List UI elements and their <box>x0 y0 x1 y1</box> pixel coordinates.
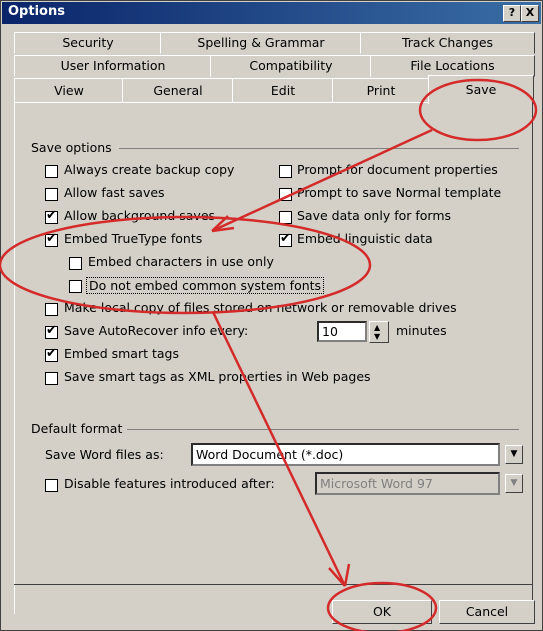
tab-general[interactable]: General <box>122 78 234 103</box>
save-data-forms-label: Save data only for forms <box>297 208 452 223</box>
allow-fast-saves-checkbox[interactable] <box>45 188 58 201</box>
tab-security[interactable]: Security <box>14 32 162 54</box>
save-data-forms-checkbox[interactable] <box>279 211 292 224</box>
check-mark-icon: ✔ <box>46 323 57 338</box>
smart-tags-xml-checkbox[interactable] <box>45 372 58 385</box>
prompt-doc-props-checkbox[interactable] <box>279 165 292 178</box>
embed-truetype-label: Embed TrueType fonts <box>64 231 203 246</box>
save-as-select[interactable]: Word Document (*.doc) <box>191 443 500 466</box>
close-button[interactable]: X <box>521 5 539 22</box>
embed-chars-label: Embed characters in use only <box>88 254 274 269</box>
default-format-heading: Default format <box>31 421 123 436</box>
embed-linguistic-label: Embed linguistic data <box>297 231 433 246</box>
prompt-normal-checkbox[interactable] <box>279 188 292 201</box>
smart-tags-xml-label: Save smart tags as XML properties in Web… <box>64 369 371 384</box>
options-dialog: Options ? X Security Spelling & Grammar … <box>0 0 543 631</box>
panel-border-bottom <box>14 584 533 585</box>
save-options-heading: Save options <box>31 140 112 155</box>
allow-background-label: Allow background saves <box>64 208 216 223</box>
allow-background-checkbox[interactable]: ✔ <box>45 208 58 224</box>
panel-border-left <box>14 102 15 614</box>
window-title: Options <box>8 4 65 19</box>
tab-compatibility[interactable]: Compatibility <box>210 55 372 77</box>
help-button[interactable]: ? <box>503 5 521 22</box>
check-mark-icon: ✔ <box>46 208 57 223</box>
tab-track-changes[interactable]: Track Changes <box>360 32 535 54</box>
autorecover-minutes-input[interactable]: 10 <box>317 321 367 342</box>
check-mark-icon: ✔ <box>46 346 57 361</box>
tab-save[interactable]: Save <box>428 75 534 104</box>
always-backup-checkbox[interactable] <box>45 165 58 178</box>
panel-border <box>14 102 428 103</box>
panel-border-right <box>532 102 533 614</box>
local-copy-checkbox[interactable] <box>45 303 58 316</box>
prompt-normal-label: Prompt to save Normal template <box>297 185 502 200</box>
disable-features-checkbox[interactable] <box>45 479 58 492</box>
embed-truetype-checkbox[interactable]: ✔ <box>45 231 58 247</box>
tab-view[interactable]: View <box>14 78 124 103</box>
spin-down-icon[interactable]: ▼ <box>374 332 380 341</box>
autorecover-label: Save AutoRecover info every: <box>64 323 249 338</box>
minutes-spinner[interactable]: ▲ ▼ <box>369 321 389 343</box>
embed-chars-checkbox[interactable] <box>69 257 82 270</box>
autorecover-checkbox[interactable]: ✔ <box>45 323 58 339</box>
always-backup-label: Always create backup copy <box>64 162 235 177</box>
save-options-divider <box>119 148 519 149</box>
title-bar[interactable]: Options ? X <box>2 2 541 24</box>
check-mark-icon: ✔ <box>46 231 57 246</box>
save-as-label: Save Word files as: <box>45 447 164 462</box>
tab-user-information[interactable]: User Information <box>14 55 212 77</box>
chevron-down-icon[interactable]: ▼ <box>505 445 523 464</box>
allow-fast-saves-label: Allow fast saves <box>64 185 165 200</box>
tab-file-locations[interactable]: File Locations <box>370 55 535 77</box>
local-copy-label: Make local copy of files stored on netwo… <box>64 300 457 315</box>
no-embed-common-checkbox[interactable] <box>69 280 82 293</box>
smart-tags-checkbox[interactable]: ✔ <box>45 346 58 362</box>
disable-features-select[interactable]: Microsoft Word 97 <box>315 472 500 495</box>
prompt-doc-props-label: Prompt for document properties <box>297 162 498 177</box>
save-as-value: Word Document (*.doc) <box>196 447 344 462</box>
smart-tags-label: Embed smart tags <box>64 346 179 361</box>
chevron-down-icon[interactable]: ▼ <box>505 474 523 493</box>
ok-button[interactable]: OK <box>332 600 432 624</box>
default-format-divider <box>127 429 519 430</box>
embed-linguistic-checkbox[interactable]: ✔ <box>279 231 292 247</box>
disable-features-label: Disable features introduced after: <box>64 476 275 491</box>
disable-features-value: Microsoft Word 97 <box>320 476 433 491</box>
tab-print[interactable]: Print <box>332 78 430 103</box>
cancel-button[interactable]: Cancel <box>439 600 535 624</box>
check-mark-icon: ✔ <box>280 231 291 246</box>
tab-spelling-grammar[interactable]: Spelling & Grammar <box>160 32 362 54</box>
no-embed-common-label: Do not embed common system fonts <box>86 277 325 294</box>
autorecover-value: 10 <box>322 324 338 339</box>
spin-up-icon[interactable]: ▲ <box>374 323 380 332</box>
minutes-label: minutes <box>396 323 447 338</box>
tab-edit[interactable]: Edit <box>232 78 334 103</box>
